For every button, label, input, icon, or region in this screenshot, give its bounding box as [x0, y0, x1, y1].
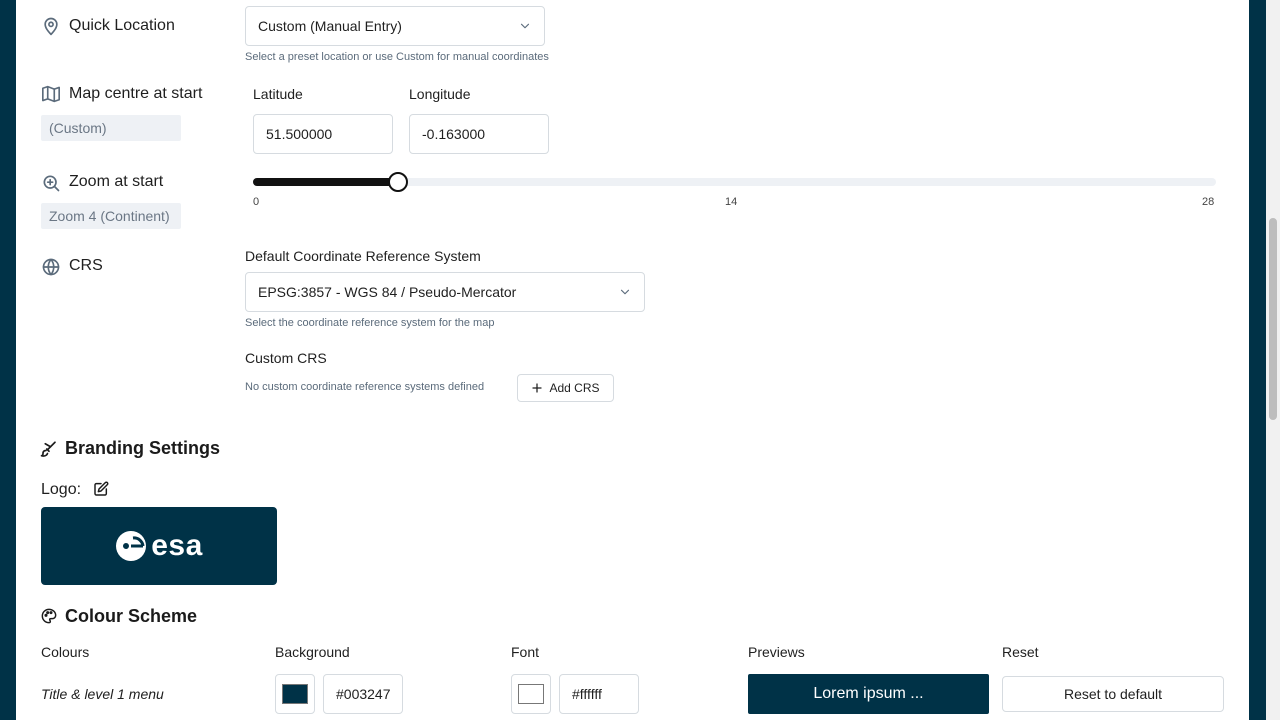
zoom-tick-mid: 14	[725, 196, 738, 208]
scrollbar-thumb[interactable]	[1269, 218, 1277, 420]
add-crs-label: Add CRS	[549, 381, 600, 395]
map-centre-label: Map centre at start	[69, 85, 203, 102]
logo-text: esa	[151, 529, 203, 562]
esa-emblem-icon	[115, 530, 147, 562]
reset-to-default-button[interactable]: Reset to default	[1002, 676, 1224, 712]
quick-location-selected: Custom (Manual Entry)	[258, 18, 402, 34]
add-crs-button[interactable]: Add CRS	[517, 374, 614, 402]
crs-selected: EPSG:3857 - WGS 84 / Pseudo-Mercator	[258, 284, 517, 300]
longitude-value: -0.163000	[422, 126, 486, 142]
logo-preview: esa	[41, 507, 277, 585]
font-hex-input[interactable]: #ffffff	[559, 674, 639, 714]
settings-panel: Quick Location Custom (Manual Entry) Sel…	[16, 0, 1249, 720]
custom-crs-empty: No custom coordinate reference systems d…	[245, 381, 485, 393]
globe-icon	[41, 257, 61, 277]
background-hex-value: #003247	[336, 686, 391, 702]
map-centre-badge: (Custom)	[41, 115, 181, 141]
background-hex-input[interactable]: #003247	[323, 674, 403, 714]
palette-icon	[41, 608, 57, 624]
zoom-in-icon	[41, 173, 61, 193]
custom-crs-label: Custom CRS	[245, 350, 327, 366]
branding-title: Branding Settings	[65, 438, 221, 458]
quick-location-help: Select a preset location or use Custom f…	[245, 51, 549, 63]
default-crs-label: Default Coordinate Reference System	[245, 248, 481, 264]
latitude-input[interactable]: 51.500000	[253, 114, 393, 154]
zoom-badge: Zoom 4 (Continent)	[41, 203, 181, 229]
font-colour-swatch	[518, 684, 544, 704]
latitude-value: 51.500000	[266, 126, 333, 142]
logo-label: Logo:	[41, 481, 82, 498]
chevron-down-icon	[518, 19, 532, 33]
colour-row-name: Title & level 1 menu	[41, 686, 164, 702]
colours-header: Colours	[41, 644, 90, 660]
background-header: Background	[275, 644, 350, 660]
map-icon	[41, 85, 61, 103]
chevron-down-icon	[618, 285, 632, 299]
zoom-tick-min: 0	[253, 196, 260, 208]
colour-preview: Lorem ipsum ...	[748, 674, 989, 714]
plus-icon	[531, 382, 543, 394]
crs-label: CRS	[69, 257, 103, 274]
colour-scheme-title: Colour Scheme	[65, 606, 198, 626]
zoom-slider-fill	[253, 178, 398, 186]
crs-select[interactable]: EPSG:3857 - WGS 84 / Pseudo-Mercator	[245, 272, 645, 312]
font-colour-picker[interactable]	[511, 674, 551, 714]
background-colour-picker[interactable]	[275, 674, 315, 714]
zoom-slider[interactable]	[253, 172, 1216, 192]
zoom-label: Zoom at start	[69, 173, 164, 190]
quick-location-select[interactable]: Custom (Manual Entry)	[245, 6, 545, 46]
zoom-slider-thumb[interactable]	[387, 172, 408, 192]
edit-icon[interactable]	[93, 481, 109, 497]
zoom-tick-max: 28	[1202, 196, 1215, 208]
background-colour-swatch	[282, 684, 308, 704]
quick-location-label: Quick Location	[69, 17, 175, 34]
reset-header: Reset	[1002, 644, 1039, 660]
colour-preview-text: Lorem ipsum ...	[813, 685, 924, 702]
font-hex-value: #ffffff	[572, 686, 602, 702]
location-pin-icon	[41, 16, 61, 36]
reset-to-default-label: Reset to default	[1063, 686, 1163, 702]
crs-help: Select the coordinate reference system f…	[245, 317, 495, 329]
font-header: Font	[511, 644, 540, 660]
longitude-label: Longitude	[409, 86, 471, 102]
paintbrush-icon	[40, 440, 58, 458]
longitude-input[interactable]: -0.163000	[409, 114, 549, 154]
previews-header: Previews	[748, 644, 805, 660]
latitude-label: Latitude	[253, 86, 303, 102]
